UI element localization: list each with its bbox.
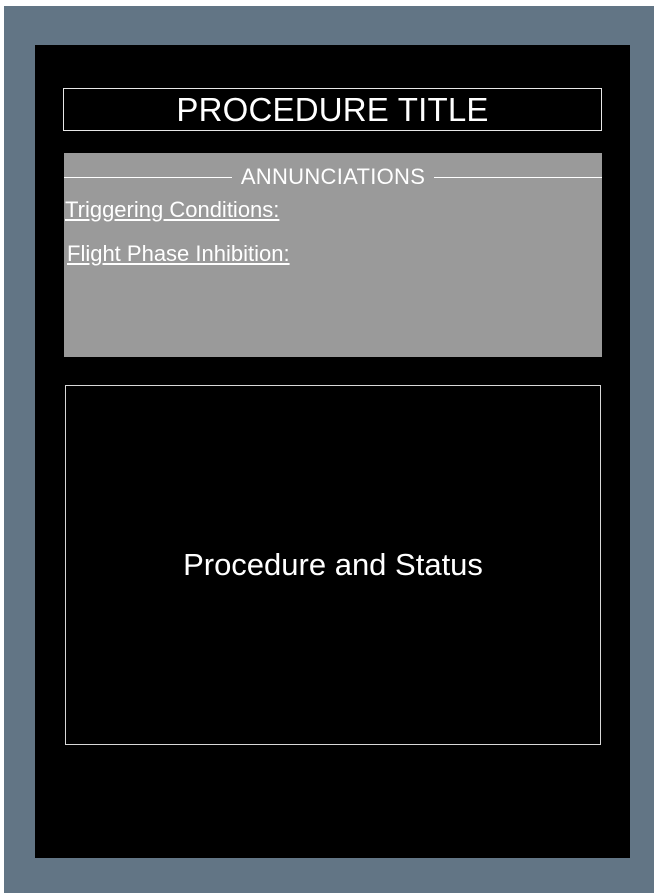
header-divider-right	[434, 176, 603, 178]
procedure-title: PROCEDURE TITLE	[63, 88, 602, 131]
header-divider-left	[64, 176, 232, 178]
procedure-status-label: Procedure and Status	[183, 547, 483, 582]
procedure-title-text: PROCEDURE TITLE	[176, 90, 489, 128]
procedure-status-panel: Procedure and Status	[65, 385, 601, 745]
annunciations-header: ANNUNCIATIONS	[64, 164, 603, 189]
triggering-conditions-label: Triggering Conditions:	[65, 197, 280, 222]
annunciations-header-label: ANNUNCIATIONS	[240, 164, 426, 189]
annunciations-panel: ANNUNCIATIONS Triggering Conditions: Fli…	[64, 153, 603, 357]
flight-phase-inhibition-label: Flight Phase Inhibition:	[67, 241, 290, 266]
